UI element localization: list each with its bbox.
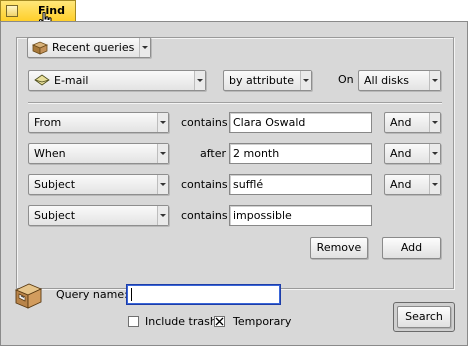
file-type-menu[interactable]: E-mail bbox=[28, 70, 206, 91]
chevron-down-icon bbox=[429, 71, 440, 90]
search-button[interactable]: Search bbox=[397, 306, 451, 328]
search-mode-label: by attribute bbox=[229, 74, 294, 87]
recent-queries-menu[interactable]: Recent queries bbox=[27, 37, 151, 58]
chevron-down-icon bbox=[429, 144, 440, 163]
attribute-label: From bbox=[34, 116, 62, 129]
chevron-down-icon bbox=[300, 71, 311, 90]
close-box[interactable] bbox=[6, 5, 18, 17]
chevron-down-icon bbox=[157, 206, 168, 225]
value-text: impossible bbox=[233, 209, 292, 222]
text-caret bbox=[131, 288, 132, 301]
remove-button[interactable]: Remove bbox=[310, 237, 368, 259]
find-window: Find Recent queries E-mail by attribute … bbox=[0, 0, 468, 346]
conjunction-label: And bbox=[390, 178, 412, 191]
chevron-down-icon bbox=[157, 175, 168, 194]
value-text: 2 month bbox=[233, 147, 280, 160]
attribute-menu[interactable]: When bbox=[28, 143, 169, 164]
conjunction-menu[interactable]: And bbox=[384, 112, 441, 133]
chevron-down-icon bbox=[157, 113, 168, 132]
window-tab[interactable]: Find bbox=[0, 0, 76, 28]
chevron-down-icon bbox=[194, 71, 205, 90]
conjunction-label: And bbox=[390, 116, 412, 129]
operator-label: contains bbox=[181, 209, 228, 222]
volume-label: All disks bbox=[364, 74, 410, 87]
file-cabinet-icon bbox=[13, 280, 43, 313]
chevron-down-icon bbox=[139, 38, 150, 57]
value-text: Clara Oswald bbox=[233, 116, 306, 129]
conjunction-menu[interactable]: And bbox=[384, 143, 441, 164]
chevron-down-icon bbox=[429, 175, 440, 194]
value-field[interactable]: 2 month bbox=[229, 143, 372, 164]
on-label: On bbox=[338, 73, 354, 86]
box-icon bbox=[31, 40, 49, 58]
check-mark-icon bbox=[215, 317, 224, 326]
include-trash-checkbox[interactable] bbox=[128, 316, 139, 327]
operator-label: contains bbox=[181, 178, 228, 191]
value-field[interactable]: Clara Oswald bbox=[229, 112, 372, 133]
conjunction-label: And bbox=[390, 147, 412, 160]
file-type-label: E-mail bbox=[54, 74, 89, 87]
attribute-label: When bbox=[34, 147, 66, 160]
attribute-menu[interactable]: Subject bbox=[28, 174, 169, 195]
operator-label: after bbox=[200, 147, 227, 160]
attribute-menu[interactable]: Subject bbox=[28, 205, 169, 226]
operator-label: contains bbox=[181, 116, 228, 129]
value-field[interactable]: impossible bbox=[229, 205, 372, 226]
mail-icon bbox=[33, 74, 51, 90]
attribute-label: Subject bbox=[34, 178, 76, 191]
add-button[interactable]: Add bbox=[382, 237, 441, 259]
temporary-checkbox[interactable] bbox=[214, 316, 225, 327]
volume-menu[interactable]: All disks bbox=[358, 70, 441, 91]
separator bbox=[28, 102, 442, 103]
include-trash-label: Include trash bbox=[145, 315, 217, 328]
attribute-menu[interactable]: From bbox=[28, 112, 169, 133]
search-mode-menu[interactable]: by attribute bbox=[223, 70, 312, 91]
recent-queries-label: Recent queries bbox=[52, 41, 135, 54]
chevron-down-icon bbox=[157, 144, 168, 163]
value-text: sufflé bbox=[233, 178, 264, 191]
value-field[interactable]: sufflé bbox=[229, 174, 372, 195]
query-name-field[interactable] bbox=[126, 284, 281, 305]
query-name-label: Query name: bbox=[56, 288, 128, 301]
temporary-label: Temporary bbox=[233, 315, 292, 328]
conjunction-menu[interactable]: And bbox=[384, 174, 441, 195]
attribute-label: Subject bbox=[34, 209, 76, 222]
chevron-down-icon bbox=[429, 113, 440, 132]
window-body: Recent queries E-mail by attribute On Al… bbox=[0, 21, 468, 346]
